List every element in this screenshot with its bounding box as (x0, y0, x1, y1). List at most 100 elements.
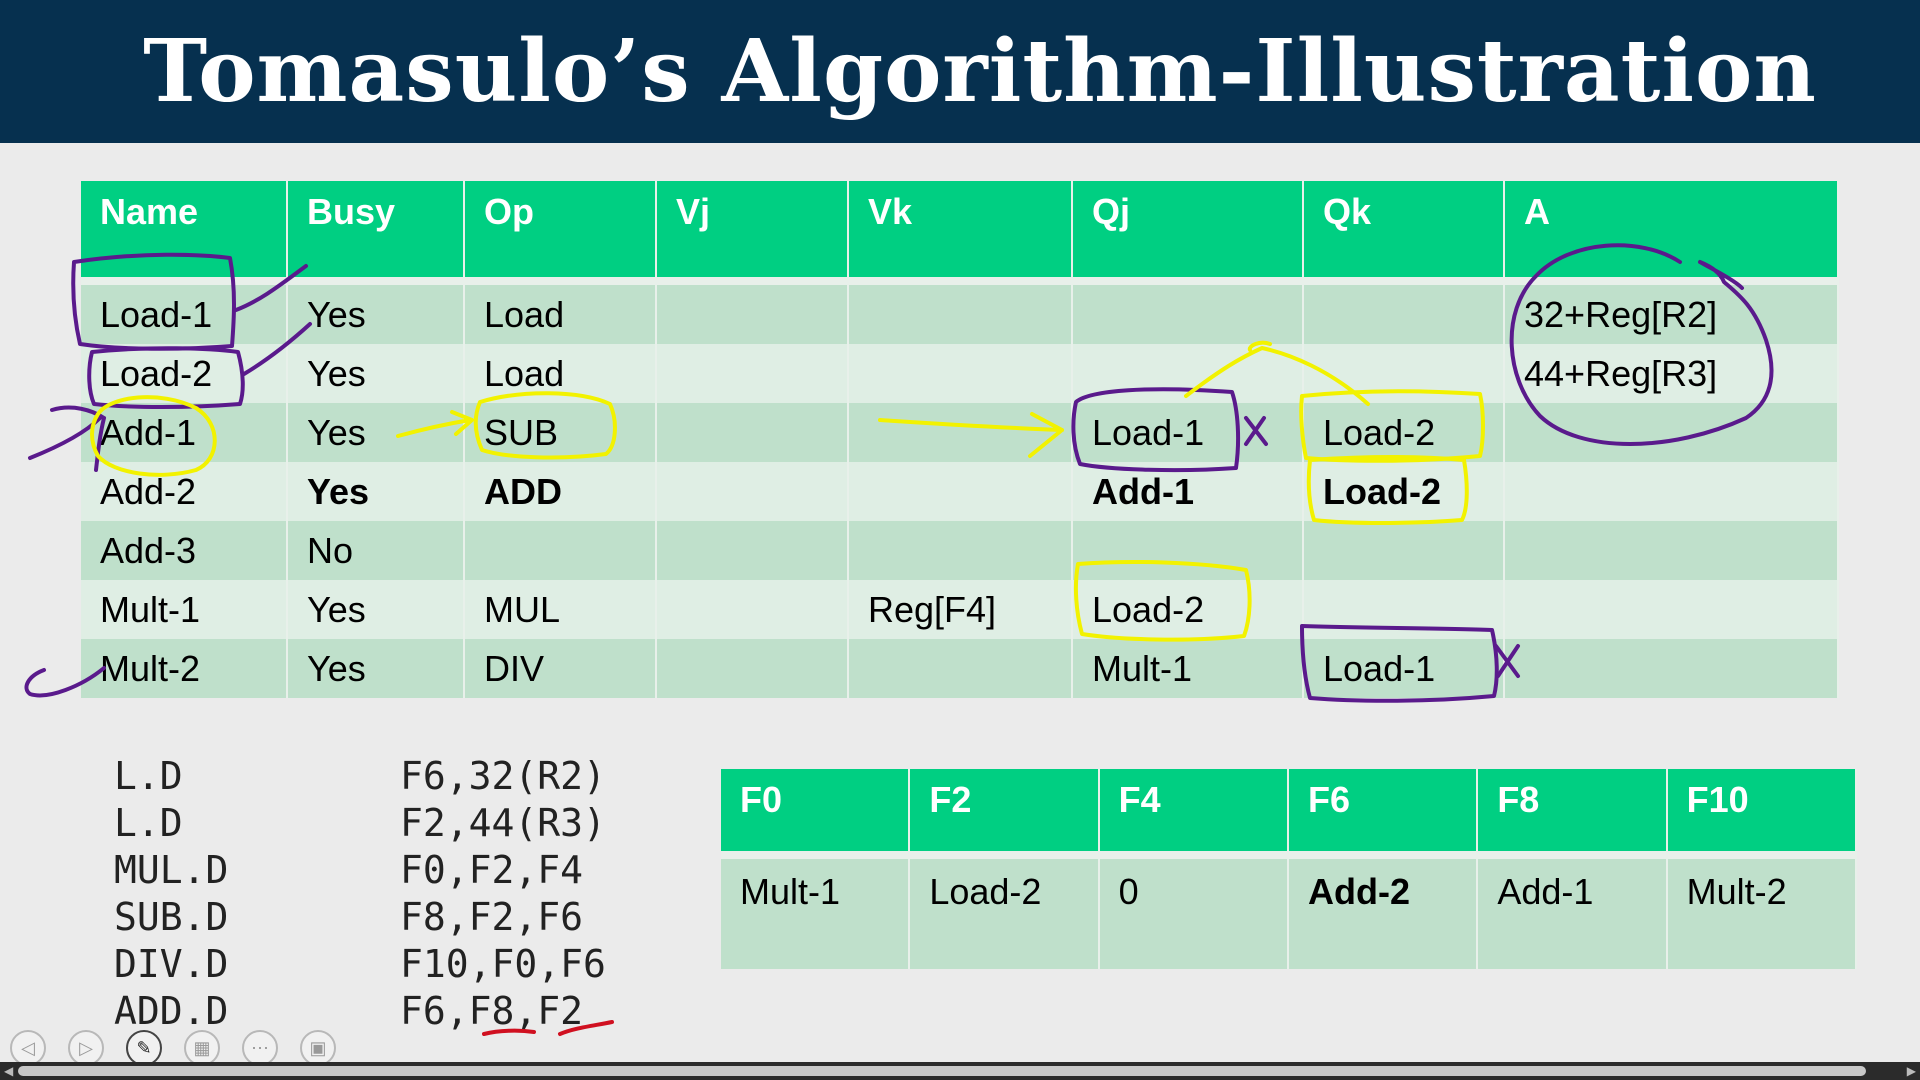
rs-cell-name: Add-1 (81, 403, 288, 462)
register-value-f4: 0 (1099, 851, 1289, 969)
rs-cell-name: Add-2 (81, 462, 288, 521)
scroll-thumb[interactable] (18, 1066, 1866, 1076)
instruction-args: F6,F8,F2 (400, 988, 584, 1033)
rs-cell-qk (1304, 277, 1505, 344)
more-icon[interactable]: ⋯ (242, 1030, 278, 1066)
rs-cell-a (1505, 580, 1839, 639)
rs-cell-qj (1073, 344, 1304, 403)
rs-cell-vj (657, 277, 849, 344)
rs-cell-busy: Yes (288, 403, 465, 462)
rs-cell-qj: Load-1 (1073, 403, 1304, 462)
rs-cell-qj: Mult-1 (1073, 639, 1304, 698)
pen-icon[interactable]: ✎ (126, 1030, 162, 1066)
rs-header-qk: Qk (1304, 181, 1505, 277)
register-value-f2: Load-2 (910, 851, 1100, 969)
rs-header-busy: Busy (288, 181, 465, 277)
rs-cell-op: Load (465, 344, 657, 403)
rs-cell-op: DIV (465, 639, 657, 698)
rs-row-mult-2: Mult-2 Yes DIV Mult-1 Load-1 (81, 639, 1839, 698)
rs-header-row: Name Busy Op Vj Vk Qj Qk A (81, 181, 1839, 277)
rs-cell-busy: Yes (288, 344, 465, 403)
next-icon[interactable]: ▷ (68, 1030, 104, 1066)
rs-cell-qj (1073, 521, 1304, 580)
rs-cell-name: Mult-1 (81, 580, 288, 639)
rs-row-add-2: Add-2 Yes ADD Add-1 Load-2 (81, 462, 1839, 521)
rs-cell-qk (1304, 521, 1505, 580)
instruction-op: MUL.D (114, 847, 229, 892)
rs-header-name: Name (81, 181, 288, 277)
rs-cell-qk (1304, 580, 1505, 639)
register-value-f8: Add-1 (1478, 851, 1668, 969)
rs-cell-op: Load (465, 277, 657, 344)
previous-icon[interactable]: ◁ (10, 1030, 46, 1066)
instruction-op: DIV.D (114, 941, 229, 986)
rs-cell-qk-highlight: Load-2 (1304, 462, 1505, 521)
rs-cell-busy: Yes (288, 580, 465, 639)
instruction-args: F0,F2,F4 (400, 847, 584, 892)
register-header-f8: F8 (1478, 769, 1668, 851)
rs-cell-busy-highlight: Yes (288, 462, 465, 521)
rs-cell-busy: Yes (288, 639, 465, 698)
rs-cell-qk (1304, 344, 1505, 403)
rs-cell-name: Mult-2 (81, 639, 288, 698)
rs-cell-vk (849, 403, 1073, 462)
instruction-listing: L.D F6,32(R2) L.D F2,44(R3) MUL.D F0,F2,F4 … (114, 752, 606, 1034)
register-header-f6: F6 (1288, 769, 1479, 851)
rs-row-load-1: Load-1 Yes Load 32+Reg[R2] (81, 277, 1839, 344)
rs-cell-vk (849, 462, 1073, 521)
rs-cell-op: SUB (465, 403, 657, 462)
slides-icon[interactable]: ▦ (184, 1030, 220, 1066)
rs-cell-vj (657, 639, 849, 698)
rs-cell-a (1505, 639, 1839, 698)
rs-cell-vj (657, 580, 849, 639)
reservation-station-table: Name Busy Op Vj Vk Qj Qk A Load-1 Yes Lo… (81, 181, 1839, 698)
rs-cell-name: Load-1 (81, 277, 288, 344)
rs-cell-a (1505, 462, 1839, 521)
rs-row-add-1: Add-1 Yes SUB Load-1 Load-2 (81, 403, 1839, 462)
rs-cell-a: 32+Reg[R2] (1505, 277, 1839, 344)
rs-cell-vk (849, 277, 1073, 344)
register-header-f0: F0 (721, 769, 911, 851)
rs-cell-a (1505, 521, 1839, 580)
rs-cell-a: 44+Reg[R3] (1505, 344, 1839, 403)
instruction-op: ADD.D (114, 988, 229, 1033)
register-header-f2: F2 (910, 769, 1100, 851)
instruction-line: L.D F2,44(R3) (114, 799, 606, 846)
instruction-op: L.D (114, 753, 183, 798)
rs-cell-busy: Yes (288, 277, 465, 344)
register-header-f4: F4 (1099, 769, 1289, 851)
register-header-f10: F10 (1667, 769, 1857, 851)
rs-cell-name: Load-2 (81, 344, 288, 403)
rs-cell-op-highlight: ADD (465, 462, 657, 521)
rs-cell-vk (849, 639, 1073, 698)
rs-cell-qk: Load-2 (1304, 403, 1505, 462)
rs-cell-qj-highlight: Add-1 (1073, 462, 1304, 521)
screen-icon[interactable]: ▣ (300, 1030, 336, 1066)
register-value-f0: Mult-1 (721, 851, 911, 969)
instruction-args: F2,44(R3) (400, 800, 606, 845)
slideshow-toolbar: ◁ ▷ ✎ ▦ ⋯ ▣ (10, 1030, 336, 1066)
rs-header-a: A (1505, 181, 1839, 277)
rs-header-op: Op (465, 181, 657, 277)
instruction-args: F10,F0,F6 (400, 941, 606, 986)
instruction-op: SUB.D (114, 894, 229, 939)
rs-cell-vk (849, 344, 1073, 403)
rs-row-add-3: Add-3 No (81, 521, 1839, 580)
register-status-table: F0 F2 F4 F6 F8 F10 Mult-1 Load-2 0 Add-2… (721, 769, 1857, 969)
horizontal-scrollbar[interactable]: ◀ ▶ (0, 1062, 1920, 1080)
instruction-line: SUB.D F8,F2,F6 (114, 893, 606, 940)
rs-cell-op (465, 521, 657, 580)
rs-cell-vj (657, 403, 849, 462)
instruction-line: MUL.D F0,F2,F4 (114, 846, 606, 893)
rs-row-mult-1: Mult-1 Yes MUL Reg[F4] Load-2 (81, 580, 1839, 639)
instruction-line: L.D F6,32(R2) (114, 752, 606, 799)
register-value-f6-highlight: Add-2 (1288, 851, 1479, 969)
slide-title-bar: Tomasulo’s Algorithm-Illustration (0, 0, 1920, 143)
scroll-left-icon[interactable]: ◀ (4, 1064, 13, 1078)
scroll-right-icon[interactable]: ▶ (1907, 1064, 1916, 1078)
slide-title: Tomasulo’s Algorithm-Illustration (143, 21, 1817, 122)
rs-cell-vj (657, 344, 849, 403)
instruction-line: ADD.D F6,F8,F2 (114, 987, 606, 1034)
rs-cell-vj (657, 521, 849, 580)
rs-cell-busy: No (288, 521, 465, 580)
